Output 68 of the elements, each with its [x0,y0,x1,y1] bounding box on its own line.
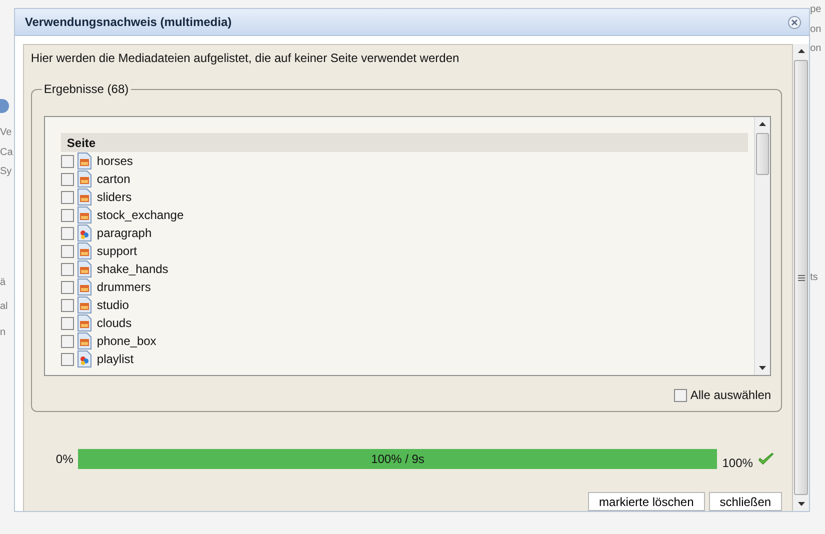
progress-reading: 100% / 9s [370,452,426,466]
file-name[interactable]: clouds [96,316,132,330]
scroll-thumb[interactable] [756,133,770,175]
file-name[interactable]: sliders [96,190,132,204]
background-text: Ca [0,147,14,159]
dialog-button[interactable]: markierte löschen [588,492,705,511]
image-file-icon [76,152,92,170]
image-file-icon [76,206,92,224]
checkbox[interactable] [60,244,74,258]
progress-start-label: 0% [56,452,74,466]
background-text: ä [0,277,7,289]
background-text: ts [810,272,819,284]
checkbox[interactable] [60,352,74,366]
checkbox[interactable] [60,316,74,330]
image-file-icon [76,242,92,260]
image-file-icon [76,170,92,188]
dialog-title: Verwendungsnachweis (multimedia) [24,15,232,29]
checkbox[interactable] [60,190,74,204]
checkbox[interactable] [60,334,74,348]
scroll-down-icon[interactable] [759,366,766,370]
scroll-thumb[interactable] [794,60,808,495]
background-text: Ve [0,127,13,139]
background-text: on [810,43,822,55]
image-file-icon [76,332,92,350]
grip-icon[interactable] [798,274,805,280]
list-scrollbar[interactable] [754,117,770,375]
checkbox[interactable] [60,280,74,294]
image-file-icon [76,188,92,206]
dialog-scrollbar[interactable] [793,44,810,511]
file-name[interactable]: support [96,244,137,258]
background-text: al [0,301,9,313]
close-icon[interactable] [791,18,798,26]
file-name[interactable]: stock_exchange [96,208,184,222]
scroll-up-icon[interactable] [759,122,766,126]
intro-text: Hier werden die Mediadateien aufgelistet, die auf keiner Seite verwendet werden [30,51,460,65]
checkbox[interactable] [60,154,74,168]
media-file-icon [76,350,92,368]
image-file-icon [76,278,92,296]
media-file-icon [76,224,92,242]
background-text: Sy [0,166,13,178]
file-name[interactable]: paragraph [96,226,152,240]
dialog-button[interactable]: schließen [708,492,782,511]
image-file-icon [76,296,92,314]
file-name[interactable]: horses [96,154,133,168]
file-name[interactable]: carton [96,172,130,186]
file-name[interactable]: shake_hands [96,262,168,276]
background-text: on [810,24,822,36]
checkbox[interactable] [60,262,74,276]
file-name[interactable]: phone_box [96,334,156,348]
checkbox[interactable] [60,208,74,222]
file-name[interactable]: playlist [96,352,134,366]
scroll-down-icon[interactable] [798,502,805,506]
image-file-icon [76,260,92,278]
select-all-checkbox[interactable]: Alle auswählen [674,388,772,402]
scroll-up-icon[interactable] [798,49,805,53]
checkbox[interactable] [60,298,74,312]
file-name[interactable]: drummers [96,280,151,294]
background-text: n [0,327,7,339]
close-button[interactable] [788,16,802,28]
info-icon [0,99,9,113]
group-legend: Ergebnisse (68) [42,82,131,96]
column-header: Seite [60,133,748,152]
file-name[interactable]: studio [96,298,129,312]
background-text: pe [810,4,822,16]
image-file-icon [76,314,92,332]
progress-end-label: 100% [722,456,753,470]
checkbox[interactable] [60,226,74,240]
checkbox[interactable] [60,172,74,186]
